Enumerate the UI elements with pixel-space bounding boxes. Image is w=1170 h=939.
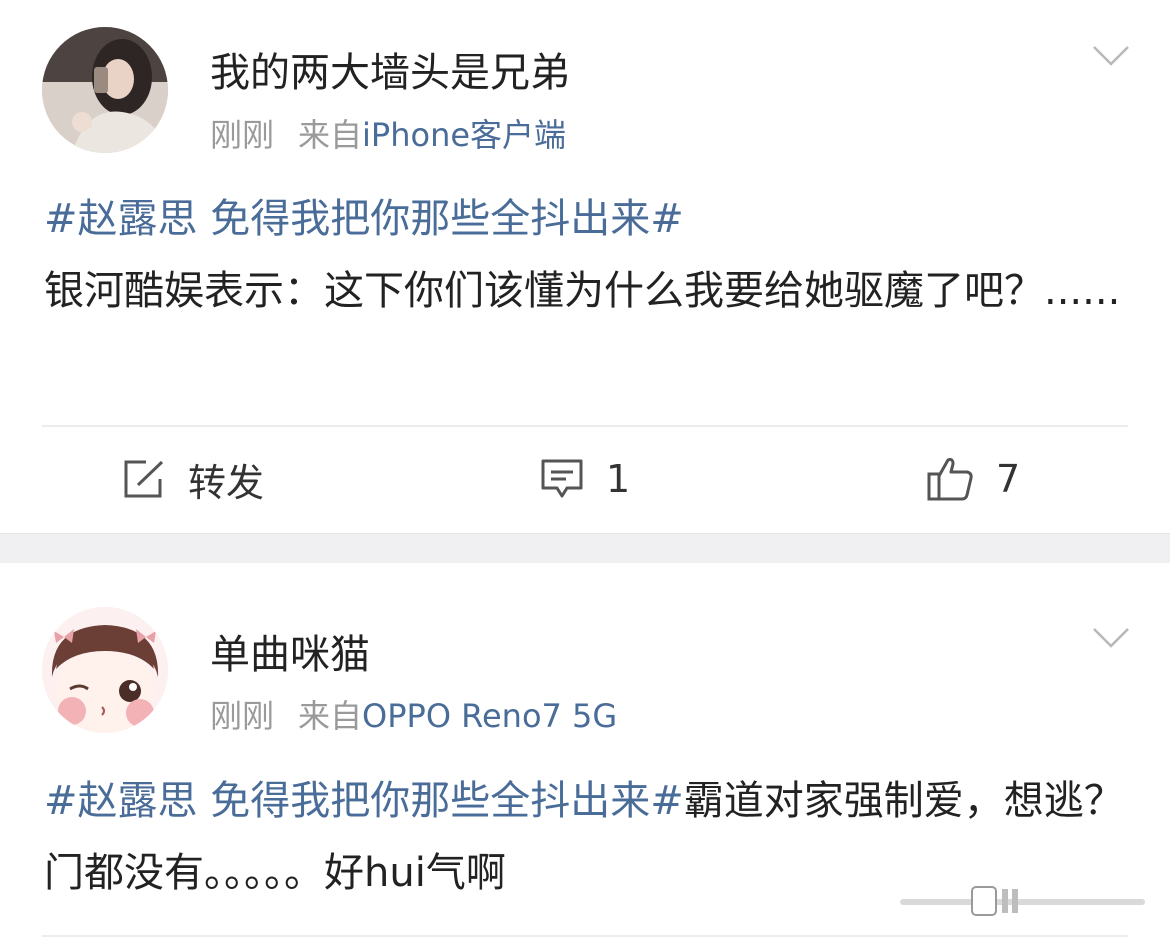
source-prefix: 来自: [298, 697, 363, 735]
comment-button[interactable]: 1: [540, 455, 630, 503]
hashtag-link[interactable]: #赵露思 免得我把你那些全抖出来#: [44, 778, 684, 824]
post-content: #赵露思 免得我把你那些全抖出来# 银河酷娱表示：这下你们该懂为什么我要给她驱魔…: [44, 183, 1134, 327]
post-meta: 刚刚 来自iPhone客户端: [210, 110, 566, 156]
post-text: 银河酷娱表示：这下你们该懂为什么我要给她驱魔了吧？......: [44, 268, 1121, 314]
feed-separator: [0, 533, 1170, 563]
username[interactable]: 单曲咪猫: [210, 622, 370, 680]
avatar[interactable]: [42, 27, 168, 153]
source-prefix: 来自: [298, 116, 363, 154]
chevron-down-icon[interactable]: [1092, 626, 1130, 650]
username[interactable]: 我的两大墙头是兄弟: [210, 40, 570, 98]
watermark-logo: [900, 886, 1145, 916]
post-time: 刚刚: [210, 697, 275, 735]
chevron-down-icon[interactable]: [1092, 44, 1130, 68]
comment-bubble-icon: [541, 459, 583, 498]
post-time: 刚刚: [210, 116, 275, 154]
thumbs-up-icon: [927, 458, 973, 501]
avatar[interactable]: [42, 607, 168, 733]
repost-label: 转发: [188, 460, 265, 505]
like-button[interactable]: 7: [926, 455, 1020, 503]
feed-post: 我的两大墙头是兄弟 刚刚 来自iPhone客户端 #赵露思 免得我把你那些全抖出来…: [0, 0, 1170, 533]
divider: [42, 425, 1128, 427]
post-meta: 刚刚 来自OPPO Reno7 5G: [210, 691, 617, 737]
comment-count: 1: [606, 457, 631, 501]
hashtag-link[interactable]: #赵露思 免得我把你那些全抖出来#: [44, 196, 684, 242]
repost-button[interactable]: 转发: [122, 455, 264, 505]
source-device-link[interactable]: iPhone客户端: [362, 116, 566, 154]
source-device-link[interactable]: OPPO Reno7 5G: [362, 697, 617, 735]
edit-share-icon: [124, 460, 164, 498]
like-count: 7: [996, 457, 1021, 501]
divider: [42, 935, 1128, 937]
